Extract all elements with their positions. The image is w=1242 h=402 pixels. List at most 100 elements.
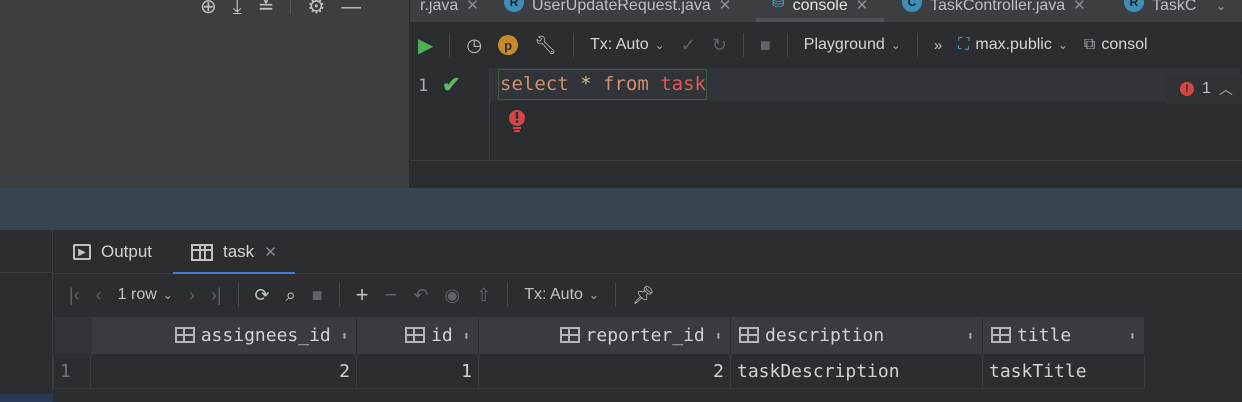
- table-identifier: task: [660, 73, 706, 95]
- session-icon: ⧉: [1083, 36, 1096, 53]
- toolbar-separator: [237, 283, 239, 307]
- tx-mode-dropdown[interactable]: Tx: Auto ⌄: [590, 36, 665, 54]
- divider: [0, 272, 53, 273]
- column-icon: [174, 327, 195, 343]
- close-icon[interactable]: ✕: [856, 0, 869, 13]
- first-page-icon[interactable]: |‹: [69, 285, 80, 306]
- query-search-icon[interactable]: ⌕: [286, 285, 296, 306]
- tab-label: TaskController.java: [930, 0, 1066, 14]
- results-grid: assignees_id ⬍ id ⬍ reporter_id ⬍ descripti…: [53, 316, 1242, 402]
- run-icon[interactable]: ▶: [418, 33, 433, 58]
- output-icon: ▶: [73, 244, 91, 260]
- cell-description[interactable]: taskDescription: [730, 354, 983, 389]
- close-icon[interactable]: ✕: [1073, 0, 1086, 13]
- gear-icon[interactable]: ⚙: [307, 0, 325, 16]
- schema-dropdown[interactable]: ⛶ max.public ⌄: [958, 36, 1068, 54]
- toolbar-separator: [916, 33, 918, 57]
- panel-splitter[interactable]: [0, 188, 1242, 230]
- locate-icon[interactable]: ⊕: [200, 0, 217, 16]
- previous-page-icon[interactable]: ‹: [96, 285, 102, 306]
- results-tx-mode-dropdown[interactable]: Tx: Auto ⌄: [524, 286, 599, 304]
- tab-label: TaskC: [1152, 0, 1197, 14]
- commit-icon[interactable]: ✓: [681, 35, 696, 56]
- editor-tab-bar: r.java ✕ R UserUpdateRequest.java ✕ ⛁ co…: [410, 0, 1242, 22]
- checkmark-icon: ✔: [442, 72, 461, 97]
- problems-indicator[interactable]: ! 1 ︿: [1166, 74, 1242, 104]
- playground-dropdown[interactable]: Playground ⌄: [804, 36, 901, 54]
- close-icon[interactable]: ✕: [719, 0, 732, 13]
- column-name: title: [1017, 325, 1072, 346]
- session-dropdown[interactable]: ⧉ consol: [1084, 36, 1148, 54]
- cell-title[interactable]: taskTitle: [982, 354, 1145, 389]
- toolbar-separator: [338, 283, 340, 307]
- rollback-icon[interactable]: ↻: [712, 35, 727, 56]
- history-icon[interactable]: ◷: [466, 35, 482, 56]
- tab-label: Output: [101, 242, 153, 261]
- tab-taskcontroller[interactable]: C TaskController.java ✕: [902, 0, 1086, 22]
- column-header-description[interactable]: description ⬍: [730, 316, 983, 355]
- delete-row-icon[interactable]: −: [384, 282, 397, 308]
- tab-overflow-button[interactable]: ⌄: [1216, 0, 1226, 22]
- schema-label: max.public: [975, 36, 1052, 53]
- close-icon[interactable]: ✕: [466, 0, 479, 13]
- next-page-icon[interactable]: ›: [189, 285, 195, 306]
- revert-icon[interactable]: ↶: [413, 285, 428, 306]
- sql-statement[interactable]: select * from task: [498, 69, 707, 100]
- pin-icon[interactable]: 📌︎: [632, 285, 655, 306]
- close-icon[interactable]: ✕: [264, 243, 277, 261]
- toolbar-separator: [572, 33, 574, 57]
- column-icon: [559, 327, 580, 343]
- reload-icon[interactable]: ⟳: [255, 285, 270, 306]
- tab-label: r.java: [420, 0, 459, 14]
- editor-footer: [410, 160, 1242, 188]
- page-size-dropdown[interactable]: 1 row ⌄: [118, 286, 173, 304]
- p-badge-icon: p: [498, 35, 519, 55]
- wrench-icon[interactable]: 🔧︎: [534, 35, 557, 56]
- tx-mode-label: Tx: Auto: [589, 36, 649, 53]
- cell-id[interactable]: 1: [356, 354, 479, 389]
- tab-console[interactable]: ⛁ console ✕: [756, 0, 885, 22]
- add-row-icon[interactable]: +: [356, 282, 369, 308]
- submit-icon[interactable]: ⇧: [476, 285, 491, 306]
- last-page-icon[interactable]: ›|: [211, 285, 222, 306]
- tab-label: console: [792, 0, 848, 14]
- row-number-header: [53, 316, 91, 355]
- error-bulb-icon[interactable]: [506, 108, 528, 132]
- wildcard-operator: *: [580, 73, 592, 95]
- tab-task[interactable]: task ✕: [173, 230, 295, 275]
- cell-reporter-id[interactable]: 2: [478, 354, 731, 389]
- tab-user-java[interactable]: r.java ✕: [420, 0, 479, 22]
- chevron-down-icon: ⌄: [654, 38, 665, 52]
- chevron-up-icon[interactable]: ︿: [1219, 79, 1233, 99]
- sql-editor[interactable]: 1 ✔ select * from task ! 1 ︿: [410, 68, 1242, 160]
- sort-icon[interactable]: ⬍: [341, 329, 348, 343]
- chevron-down-icon: ⌄: [162, 288, 173, 302]
- tab-taskc[interactable]: R TaskC: [1124, 0, 1196, 22]
- row-count-label: 1 row: [117, 286, 157, 303]
- expand-all-icon[interactable]: ≚: [258, 0, 275, 16]
- column-header-id[interactable]: id ⬍: [356, 316, 479, 355]
- column-header-reporter-id[interactable]: reporter_id ⬍: [478, 316, 731, 355]
- sort-icon[interactable]: ⬍: [1129, 329, 1136, 343]
- preview-changes-icon[interactable]: ◉: [444, 285, 460, 306]
- table-row[interactable]: 1 2 1 2 taskDescription taskTitle: [53, 354, 1145, 389]
- cell-assignees-id[interactable]: 2: [90, 354, 357, 389]
- column-header-assignees-id[interactable]: assignees_id ⬍: [90, 316, 357, 355]
- toolbar-separator: [742, 33, 744, 57]
- minimize-icon[interactable]: —: [341, 0, 361, 16]
- services-side-panel: [0, 230, 53, 402]
- toolbar-separator: [786, 33, 788, 57]
- sort-icon[interactable]: ⬍: [967, 329, 974, 343]
- collapse-all-icon[interactable]: ⤓: [233, 0, 242, 16]
- tab-output[interactable]: ▶ Output: [73, 230, 152, 274]
- sort-icon[interactable]: ⬍: [463, 329, 470, 343]
- tab-userupdaterequest[interactable]: R UserUpdateRequest.java ✕: [504, 0, 731, 22]
- cancel-query-icon[interactable]: ■: [312, 285, 323, 306]
- more-actions-icon[interactable]: »: [934, 37, 942, 54]
- column-header-title[interactable]: title ⬍: [982, 316, 1145, 355]
- tx-mode-label: Tx: Auto: [524, 286, 583, 303]
- stop-icon[interactable]: ■: [760, 35, 771, 56]
- sort-icon[interactable]: ⬍: [715, 329, 722, 343]
- line-number: 1: [418, 76, 429, 96]
- explain-plan-button[interactable]: p: [498, 35, 519, 55]
